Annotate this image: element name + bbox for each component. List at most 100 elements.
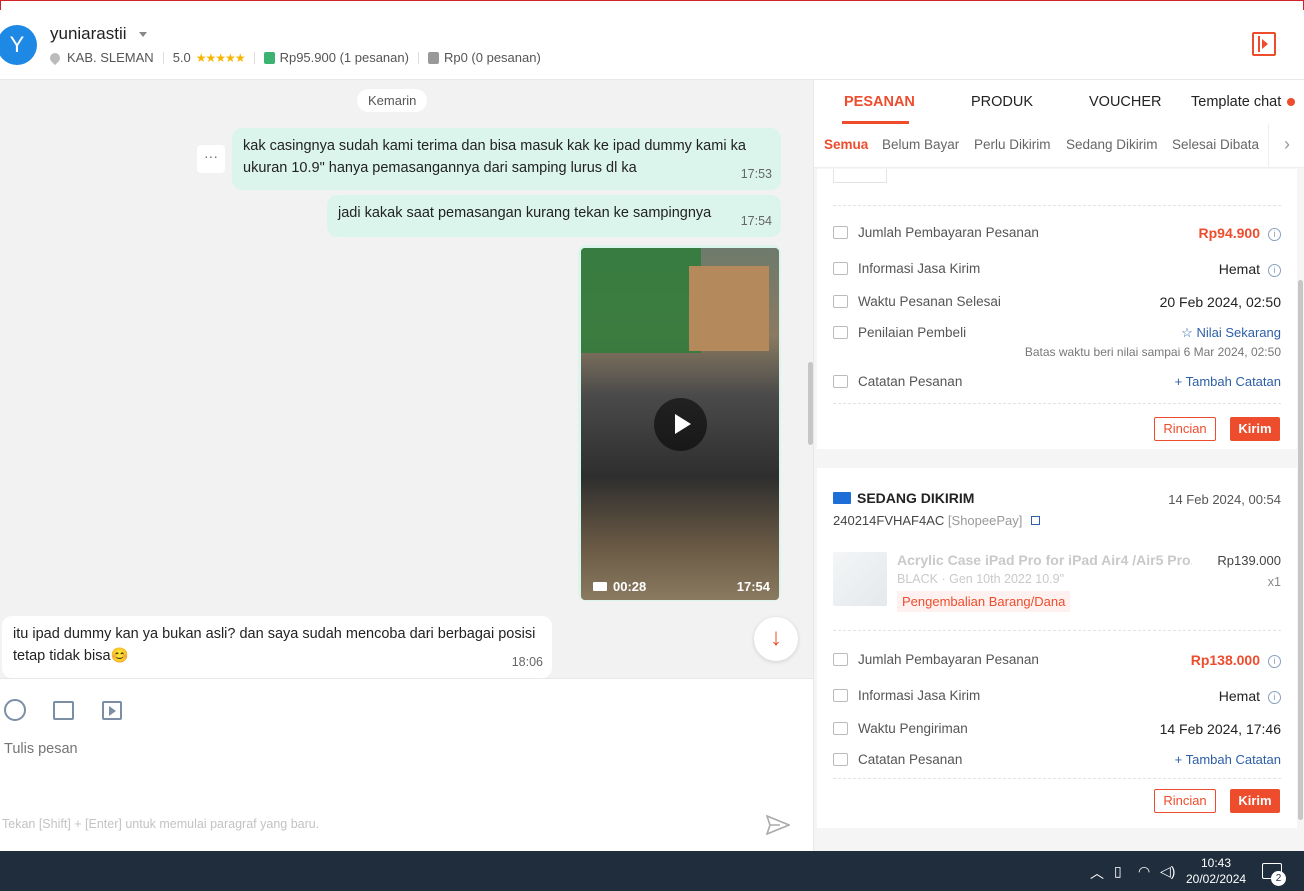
video-icon[interactable]	[102, 701, 122, 720]
tab-pesanan[interactable]: PESANAN	[844, 94, 915, 110]
tab-voucher[interactable]: VOUCHER	[1089, 94, 1162, 110]
product-name[interactable]: Acrylic Case iPad Pro for iPad Air4 /Air…	[897, 552, 1192, 568]
note-label: Catatan Pesanan	[858, 374, 963, 389]
send-icon[interactable]	[766, 815, 790, 835]
ship-time-row: Waktu Pengiriman 14 Feb 2024, 17:46	[833, 721, 1281, 737]
notification-dot	[1287, 98, 1295, 106]
scroll-down-button[interactable]: ↓	[754, 617, 798, 661]
completed-row: Waktu Pesanan Selesai 20 Feb 2024, 02:50	[833, 294, 1281, 310]
play-icon[interactable]	[654, 398, 707, 451]
add-note-link[interactable]: + Tambah Catatan	[1175, 374, 1281, 389]
payment-row: Jumlah Pembayaran Pesanan Rp138.000 i	[833, 652, 1281, 668]
product-thumbnail[interactable]	[833, 552, 887, 606]
payment-value: Rp94.900	[1198, 225, 1260, 241]
message-bubble-incoming[interactable]: itu ipad dummy kan ya bukan asli? dan sa…	[2, 616, 552, 678]
video-message[interactable]: 00:28 17:54	[578, 245, 781, 601]
truck-icon	[833, 722, 848, 735]
chevron-up-icon[interactable]: ︿	[1090, 863, 1104, 883]
shipping-row: Informasi Jasa Kirim Hemat i	[833, 688, 1281, 704]
message-time: 17:54	[740, 214, 772, 228]
product-variant: BLACK · Gen 10th 2022 10.9"	[897, 572, 1065, 586]
payment-label: Jumlah Pembayaran Pesanan	[858, 652, 1039, 667]
order-status-text: SEDANG DIKIRIM	[857, 490, 975, 506]
panel-scrollbar[interactable]	[1298, 280, 1303, 820]
order-card: SEDANG DIKIRIM 14 Feb 2024, 00:54 240214…	[817, 468, 1297, 828]
rating-deadline: Batas waktu beri nilai sampai 6 Mar 2024…	[1024, 345, 1281, 359]
subtab-dibatalkan[interactable]: Dibata	[1220, 137, 1259, 152]
video-duration: 00:28	[593, 579, 646, 594]
avatar[interactable]: Y	[0, 25, 37, 65]
emoji-icon[interactable]	[4, 699, 26, 721]
tab-template-chat[interactable]: Template chat	[1191, 94, 1281, 110]
detail-button[interactable]: Rincian	[1154, 789, 1216, 813]
panel-tabs: PESANAN PRODUK VOUCHER Template chat	[814, 80, 1304, 124]
info-icon[interactable]: i	[1268, 228, 1281, 241]
order-id[interactable]: 240214FVHAF4AC [ShopeePay]	[833, 513, 1040, 528]
message-time: 17:53	[740, 167, 772, 181]
star-icon	[833, 326, 848, 339]
location-icon	[47, 50, 63, 65]
order-card: Jumlah Pembayaran Pesanan Rp94.900 i Info…	[817, 169, 1297, 449]
video-frame-box	[689, 266, 769, 351]
return-badge: Pengembalian Barang/Dana	[897, 591, 1071, 612]
rate-now-link[interactable]: ☆ Nilai Sekarang	[1181, 325, 1281, 341]
clock-time: 10:43	[1200, 856, 1232, 870]
os-taskbar: ︿ ▯ ◠ ◁) 10:43 20/02/2024 2	[0, 851, 1304, 891]
message-text: itu ipad dummy kan ya bukan asli? dan sa…	[13, 626, 536, 664]
info-icon[interactable]: i	[1268, 655, 1281, 668]
subtab-sedang-dikirim[interactable]: Sedang Dikirim	[1066, 137, 1158, 152]
wifi-icon[interactable]: ◠	[1138, 863, 1150, 880]
order-status-filter: Semua Belum Bayar Perlu Dikirim Sedang D…	[814, 124, 1304, 168]
notification-count: 2	[1271, 871, 1286, 886]
external-link-icon[interactable]	[1030, 516, 1040, 525]
username[interactable]: yuniarastii	[50, 24, 127, 44]
truck-icon	[833, 262, 848, 275]
payment-label: Jumlah Pembayaran Pesanan	[858, 225, 1039, 240]
rating-value: 5.0	[172, 50, 191, 65]
message-time: 18:06	[511, 655, 543, 669]
subtab-perlu-dikirim[interactable]: Perlu Dikirim	[974, 137, 1051, 152]
payment-value-wrap: Rp138.000 i	[1191, 652, 1281, 668]
divider	[833, 630, 1281, 631]
volume-icon[interactable]: ◁)	[1160, 863, 1175, 880]
subtab-semua[interactable]: Semua	[824, 137, 868, 152]
location-text: KAB. SLEMAN	[67, 50, 154, 65]
day-separator: Kemarin	[357, 89, 428, 112]
video-thumbnail[interactable]: 00:28 17:54	[581, 248, 779, 600]
payment-value-wrap: Rp94.900 i	[1199, 225, 1281, 241]
divider	[162, 51, 164, 64]
send-button[interactable]: Kirim	[1230, 417, 1280, 441]
send-button[interactable]: Kirim	[1230, 789, 1280, 813]
ship-time-value: 14 Feb 2024, 17:46	[1159, 721, 1281, 737]
chevron-down-icon[interactable]	[139, 32, 147, 37]
divider	[833, 403, 1281, 404]
order-card-edge	[833, 169, 887, 183]
shipping-value: Hemat	[1218, 688, 1260, 704]
chat-header: Y yuniarastii KAB. SLEMAN 5.0 ★★★★★ Rp95…	[0, 10, 1304, 80]
message-more-button[interactable]: ···	[197, 145, 225, 173]
info-icon[interactable]: i	[1268, 691, 1281, 704]
message-input[interactable]	[4, 741, 744, 757]
message-bubble-outgoing[interactable]: jadi kakak saat pemasangan kurang tekan …	[327, 195, 781, 237]
clock[interactable]: 10:43 20/02/2024	[1186, 855, 1246, 887]
battery-icon[interactable]: ▯	[1114, 863, 1122, 880]
add-note-link[interactable]: + Tambah Catatan	[1175, 752, 1281, 767]
divider	[417, 51, 419, 64]
info-icon[interactable]: i	[1268, 264, 1281, 277]
divider	[253, 51, 255, 64]
ship-time-label: Waktu Pengiriman	[858, 721, 968, 736]
subtab-belum-bayar[interactable]: Belum Bayar	[882, 137, 959, 152]
message-text: jadi kakak saat pemasangan kurang tekan …	[338, 205, 712, 221]
chevron-right-icon[interactable]: ›	[1268, 124, 1304, 167]
cancelled-orders-icon	[427, 51, 439, 64]
toggle-panel-icon[interactable]	[1252, 32, 1276, 56]
note-label: Catatan Pesanan	[858, 752, 963, 767]
message-bubble-outgoing[interactable]: kak casingnya sudah kami terima dan bisa…	[232, 128, 781, 190]
message-composer: Tekan [Shift] + [Enter] untuk memulai pa…	[0, 678, 813, 851]
image-icon[interactable]	[53, 701, 74, 720]
shipping-value: Hemat	[1218, 261, 1260, 277]
video-camera-icon	[593, 582, 607, 591]
detail-button[interactable]: Rincian	[1154, 417, 1216, 441]
tab-produk[interactable]: PRODUK	[971, 94, 1033, 110]
subtab-selesai[interactable]: Selesai	[1172, 137, 1216, 152]
